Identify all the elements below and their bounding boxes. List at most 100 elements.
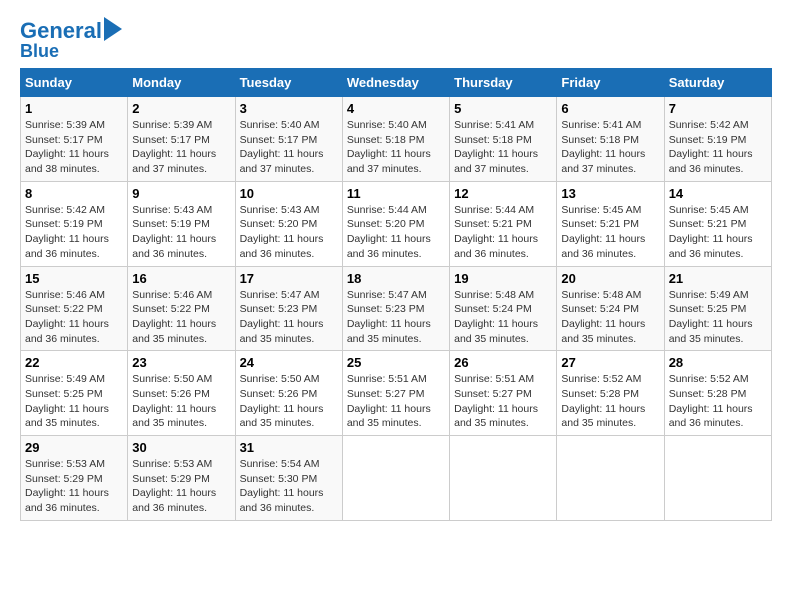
calendar-cell: 15 Sunrise: 5:46 AM Sunset: 5:22 PM Dayl…	[21, 266, 128, 351]
page-header: General Blue	[20, 20, 772, 60]
calendar-cell: 5 Sunrise: 5:41 AM Sunset: 5:18 PM Dayli…	[450, 97, 557, 182]
calendar-cell: 9 Sunrise: 5:43 AM Sunset: 5:19 PM Dayli…	[128, 181, 235, 266]
day-info: Sunrise: 5:46 AM Sunset: 5:22 PM Dayligh…	[132, 288, 230, 347]
day-number: 24	[240, 355, 338, 370]
day-number: 2	[132, 101, 230, 116]
calendar-cell: 29 Sunrise: 5:53 AM Sunset: 5:29 PM Dayl…	[21, 436, 128, 521]
day-info: Sunrise: 5:48 AM Sunset: 5:24 PM Dayligh…	[454, 288, 552, 347]
logo: General Blue	[20, 20, 122, 60]
day-number: 21	[669, 271, 767, 286]
day-info: Sunrise: 5:50 AM Sunset: 5:26 PM Dayligh…	[240, 372, 338, 431]
calendar-cell: 26 Sunrise: 5:51 AM Sunset: 5:27 PM Dayl…	[450, 351, 557, 436]
day-number: 28	[669, 355, 767, 370]
calendar-cell: 2 Sunrise: 5:39 AM Sunset: 5:17 PM Dayli…	[128, 97, 235, 182]
day-info: Sunrise: 5:53 AM Sunset: 5:29 PM Dayligh…	[132, 457, 230, 516]
day-info: Sunrise: 5:42 AM Sunset: 5:19 PM Dayligh…	[25, 203, 123, 262]
day-number: 8	[25, 186, 123, 201]
day-info: Sunrise: 5:39 AM Sunset: 5:17 PM Dayligh…	[25, 118, 123, 177]
day-number: 1	[25, 101, 123, 116]
calendar-cell	[557, 436, 664, 521]
day-info: Sunrise: 5:45 AM Sunset: 5:21 PM Dayligh…	[669, 203, 767, 262]
calendar-cell: 4 Sunrise: 5:40 AM Sunset: 5:18 PM Dayli…	[342, 97, 449, 182]
day-info: Sunrise: 5:43 AM Sunset: 5:20 PM Dayligh…	[240, 203, 338, 262]
day-header-sunday: Sunday	[21, 69, 128, 97]
day-number: 25	[347, 355, 445, 370]
calendar-cell: 20 Sunrise: 5:48 AM Sunset: 5:24 PM Dayl…	[557, 266, 664, 351]
day-number: 19	[454, 271, 552, 286]
day-info: Sunrise: 5:45 AM Sunset: 5:21 PM Dayligh…	[561, 203, 659, 262]
day-number: 31	[240, 440, 338, 455]
day-number: 9	[132, 186, 230, 201]
day-header-friday: Friday	[557, 69, 664, 97]
day-info: Sunrise: 5:52 AM Sunset: 5:28 PM Dayligh…	[561, 372, 659, 431]
calendar-cell: 16 Sunrise: 5:46 AM Sunset: 5:22 PM Dayl…	[128, 266, 235, 351]
day-info: Sunrise: 5:53 AM Sunset: 5:29 PM Dayligh…	[25, 457, 123, 516]
day-info: Sunrise: 5:50 AM Sunset: 5:26 PM Dayligh…	[132, 372, 230, 431]
day-number: 7	[669, 101, 767, 116]
day-number: 30	[132, 440, 230, 455]
calendar-cell	[664, 436, 771, 521]
day-number: 14	[669, 186, 767, 201]
day-info: Sunrise: 5:51 AM Sunset: 5:27 PM Dayligh…	[347, 372, 445, 431]
logo-text: General	[20, 20, 102, 42]
calendar-cell: 31 Sunrise: 5:54 AM Sunset: 5:30 PM Dayl…	[235, 436, 342, 521]
day-number: 22	[25, 355, 123, 370]
calendar-cell: 13 Sunrise: 5:45 AM Sunset: 5:21 PM Dayl…	[557, 181, 664, 266]
logo-subtext: Blue	[20, 42, 59, 60]
day-info: Sunrise: 5:47 AM Sunset: 5:23 PM Dayligh…	[240, 288, 338, 347]
day-info: Sunrise: 5:49 AM Sunset: 5:25 PM Dayligh…	[669, 288, 767, 347]
calendar-cell: 24 Sunrise: 5:50 AM Sunset: 5:26 PM Dayl…	[235, 351, 342, 436]
day-number: 17	[240, 271, 338, 286]
day-info: Sunrise: 5:40 AM Sunset: 5:17 PM Dayligh…	[240, 118, 338, 177]
day-info: Sunrise: 5:48 AM Sunset: 5:24 PM Dayligh…	[561, 288, 659, 347]
day-info: Sunrise: 5:42 AM Sunset: 5:19 PM Dayligh…	[669, 118, 767, 177]
day-info: Sunrise: 5:44 AM Sunset: 5:21 PM Dayligh…	[454, 203, 552, 262]
calendar-cell: 10 Sunrise: 5:43 AM Sunset: 5:20 PM Dayl…	[235, 181, 342, 266]
day-info: Sunrise: 5:49 AM Sunset: 5:25 PM Dayligh…	[25, 372, 123, 431]
calendar-cell: 27 Sunrise: 5:52 AM Sunset: 5:28 PM Dayl…	[557, 351, 664, 436]
calendar-cell: 18 Sunrise: 5:47 AM Sunset: 5:23 PM Dayl…	[342, 266, 449, 351]
calendar-cell: 8 Sunrise: 5:42 AM Sunset: 5:19 PM Dayli…	[21, 181, 128, 266]
day-info: Sunrise: 5:51 AM Sunset: 5:27 PM Dayligh…	[454, 372, 552, 431]
calendar-cell: 21 Sunrise: 5:49 AM Sunset: 5:25 PM Dayl…	[664, 266, 771, 351]
day-number: 3	[240, 101, 338, 116]
day-number: 5	[454, 101, 552, 116]
day-number: 20	[561, 271, 659, 286]
calendar-table: SundayMondayTuesdayWednesdayThursdayFrid…	[20, 68, 772, 521]
day-number: 12	[454, 186, 552, 201]
day-info: Sunrise: 5:41 AM Sunset: 5:18 PM Dayligh…	[454, 118, 552, 177]
day-number: 15	[25, 271, 123, 286]
calendar-cell: 30 Sunrise: 5:53 AM Sunset: 5:29 PM Dayl…	[128, 436, 235, 521]
day-number: 18	[347, 271, 445, 286]
day-number: 23	[132, 355, 230, 370]
day-header-monday: Monday	[128, 69, 235, 97]
day-number: 26	[454, 355, 552, 370]
day-number: 11	[347, 186, 445, 201]
calendar-cell: 19 Sunrise: 5:48 AM Sunset: 5:24 PM Dayl…	[450, 266, 557, 351]
logo-arrow-icon	[104, 17, 122, 41]
day-number: 6	[561, 101, 659, 116]
day-info: Sunrise: 5:47 AM Sunset: 5:23 PM Dayligh…	[347, 288, 445, 347]
calendar-cell	[450, 436, 557, 521]
calendar-cell: 17 Sunrise: 5:47 AM Sunset: 5:23 PM Dayl…	[235, 266, 342, 351]
day-info: Sunrise: 5:39 AM Sunset: 5:17 PM Dayligh…	[132, 118, 230, 177]
calendar-cell: 6 Sunrise: 5:41 AM Sunset: 5:18 PM Dayli…	[557, 97, 664, 182]
day-info: Sunrise: 5:41 AM Sunset: 5:18 PM Dayligh…	[561, 118, 659, 177]
calendar-cell: 11 Sunrise: 5:44 AM Sunset: 5:20 PM Dayl…	[342, 181, 449, 266]
day-info: Sunrise: 5:40 AM Sunset: 5:18 PM Dayligh…	[347, 118, 445, 177]
day-info: Sunrise: 5:46 AM Sunset: 5:22 PM Dayligh…	[25, 288, 123, 347]
calendar-cell: 28 Sunrise: 5:52 AM Sunset: 5:28 PM Dayl…	[664, 351, 771, 436]
day-number: 4	[347, 101, 445, 116]
day-header-saturday: Saturday	[664, 69, 771, 97]
calendar-cell: 23 Sunrise: 5:50 AM Sunset: 5:26 PM Dayl…	[128, 351, 235, 436]
day-info: Sunrise: 5:44 AM Sunset: 5:20 PM Dayligh…	[347, 203, 445, 262]
day-number: 16	[132, 271, 230, 286]
day-number: 13	[561, 186, 659, 201]
calendar-cell	[342, 436, 449, 521]
calendar-cell: 22 Sunrise: 5:49 AM Sunset: 5:25 PM Dayl…	[21, 351, 128, 436]
day-info: Sunrise: 5:52 AM Sunset: 5:28 PM Dayligh…	[669, 372, 767, 431]
calendar-cell: 3 Sunrise: 5:40 AM Sunset: 5:17 PM Dayli…	[235, 97, 342, 182]
calendar-cell: 1 Sunrise: 5:39 AM Sunset: 5:17 PM Dayli…	[21, 97, 128, 182]
day-header-tuesday: Tuesday	[235, 69, 342, 97]
calendar-cell: 7 Sunrise: 5:42 AM Sunset: 5:19 PM Dayli…	[664, 97, 771, 182]
